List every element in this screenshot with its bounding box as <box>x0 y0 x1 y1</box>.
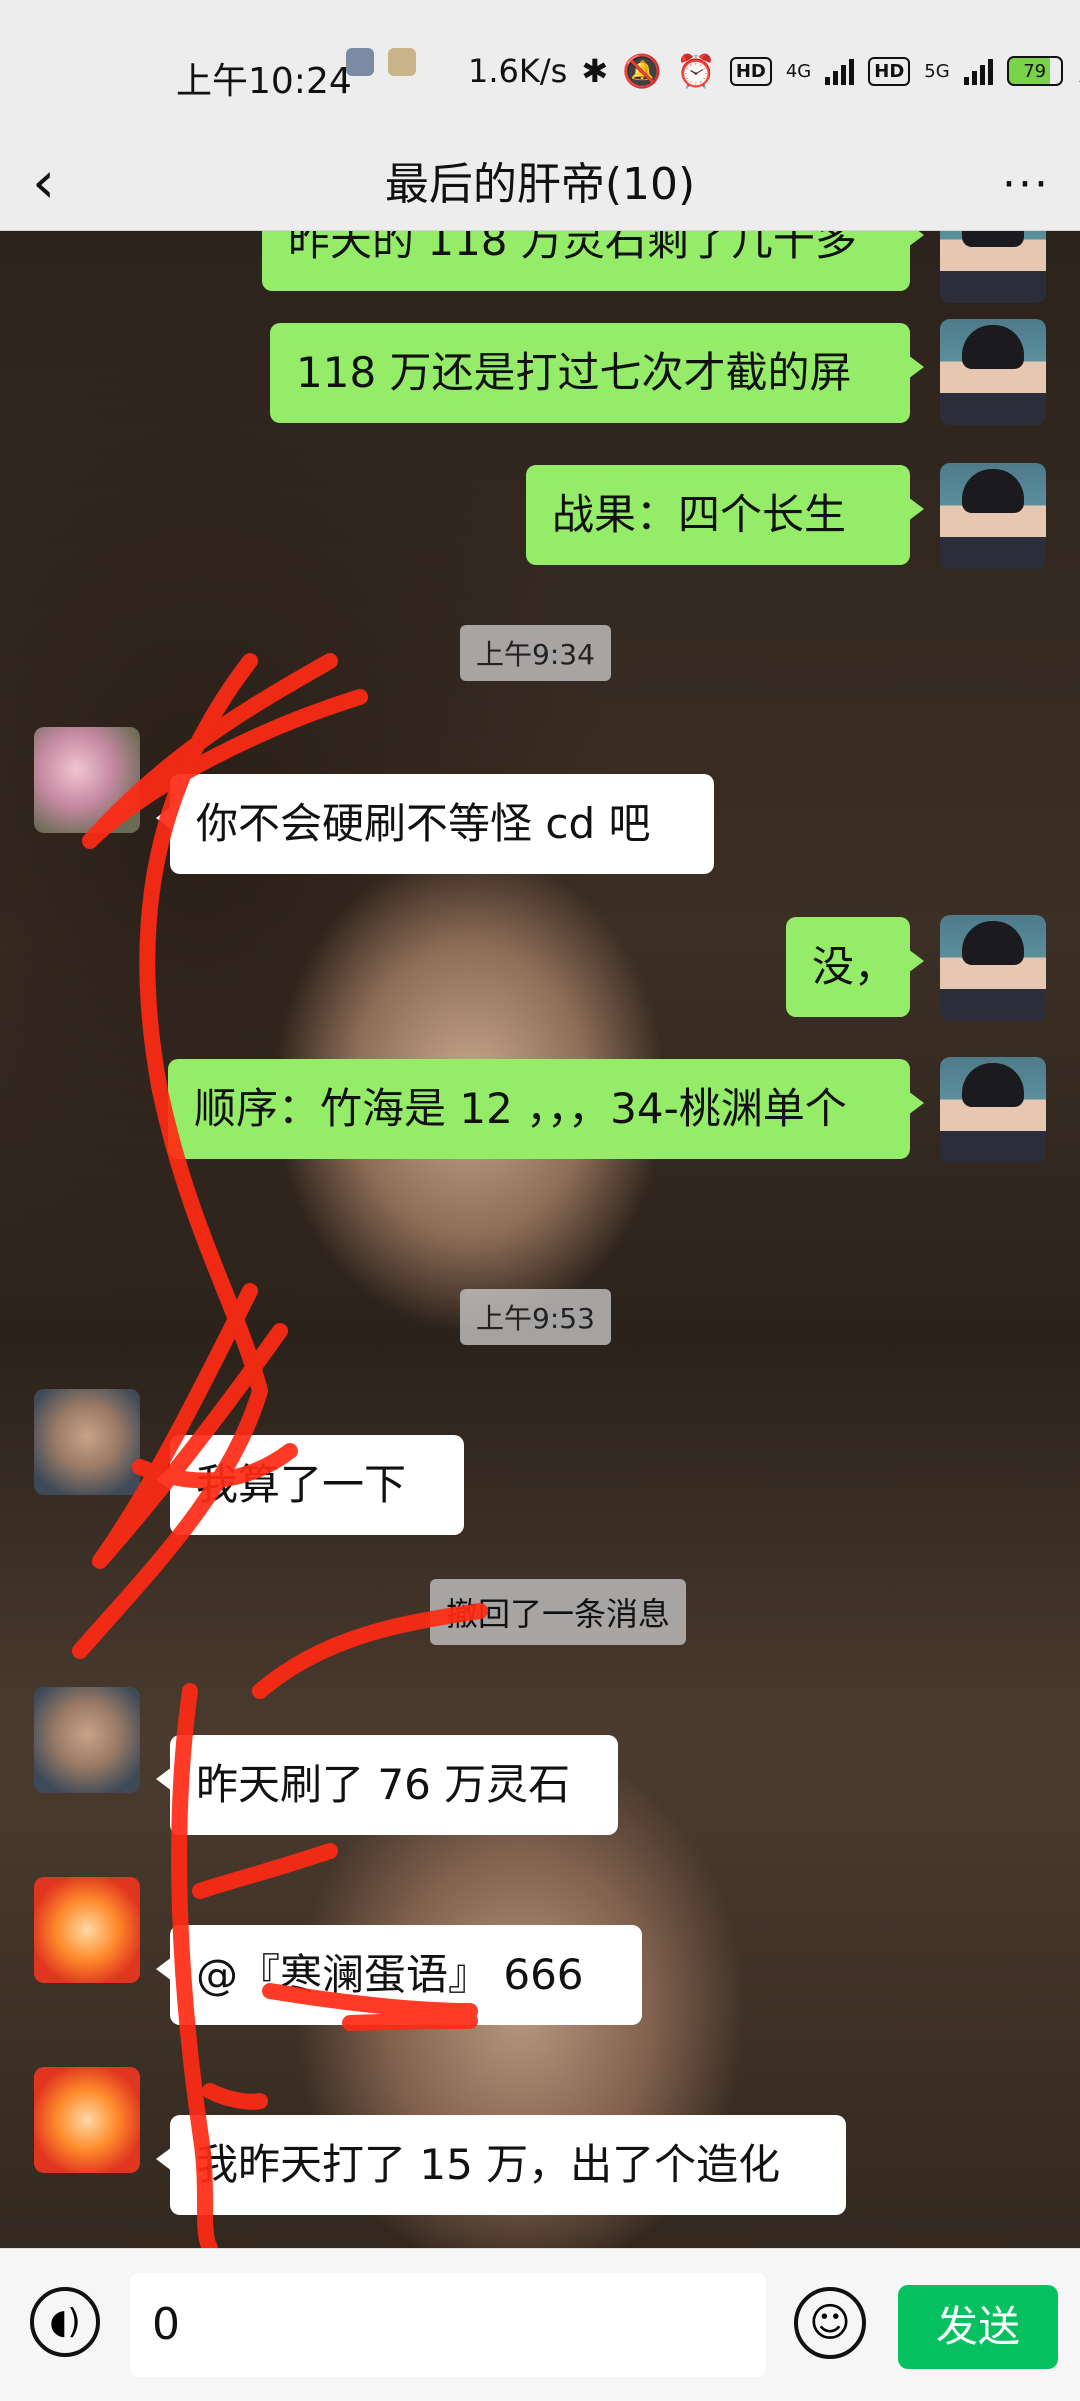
my-avatar[interactable] <box>940 463 1046 569</box>
contact-avatar[interactable] <box>34 1389 140 1495</box>
alarm-icon: ⏰ <box>675 52 716 90</box>
bluetooth-icon: ✱ <box>581 52 609 90</box>
send-button[interactable]: 发送 <box>898 2285 1058 2369</box>
message-bubble-outgoing[interactable]: 118 万还是打过七次才截的屏 <box>270 323 924 423</box>
signal-icon-2 <box>963 57 993 85</box>
hd-icon: HD <box>729 56 772 86</box>
battery-icon: 79 <box>1006 56 1063 86</box>
message-bubble-incoming[interactable]: @『寒澜蛋语』 666 <box>156 1925 642 2025</box>
notification-icon-2 <box>388 48 416 76</box>
contact-avatar[interactable] <box>34 2067 140 2173</box>
recall-notice: 撤回了一条消息 <box>430 1579 687 1645</box>
message-bubble-outgoing[interactable]: 没， <box>786 917 924 1017</box>
notification-icon <box>346 48 374 76</box>
chat-area[interactable]: 昨天的 118 万灵石剩了几十多 118 万还是打过七次才截的屏 战果：四个长生… <box>0 231 1080 2248</box>
mute-icon: 🔕 <box>622 52 662 90</box>
more-button[interactable]: ··· <box>1002 140 1050 230</box>
hd-icon-2: HD <box>868 56 911 86</box>
network-5g-label: 5G <box>924 60 950 82</box>
message-bubble-outgoing[interactable]: 昨天的 118 万灵石剩了几十多 <box>262 231 924 291</box>
voice-button[interactable]: ◖) <box>30 2287 100 2357</box>
status-bar: 上午10:24 1.6K/s ✱ 🔕 ⏰ HD 4G HD 5G 79 ⚡ <box>0 0 1080 140</box>
input-bar: ◖) 0 ☺ 发送 <box>0 2248 1080 2401</box>
my-avatar[interactable] <box>940 1057 1046 1163</box>
my-avatar[interactable] <box>940 319 1046 425</box>
chat-title: 最后的肝帝(10) <box>384 159 696 210</box>
my-avatar[interactable] <box>940 915 1046 1021</box>
message-bubble-incoming[interactable]: 我算了一下 <box>156 1435 464 1535</box>
emoji-button[interactable]: ☺ <box>794 2287 866 2359</box>
contact-avatar[interactable] <box>34 1877 140 1983</box>
voice-icon: ◖) <box>49 2302 81 2342</box>
status-time: 上午10:24 <box>176 61 352 102</box>
chat-header: ‹ 最后的肝帝(10) ··· <box>0 140 1080 231</box>
message-bubble-incoming[interactable]: 昨天刷了 76 万灵石 <box>156 1735 618 1835</box>
network-4g-label: 4G <box>785 60 812 82</box>
more-dots-icon: ··· <box>1002 159 1050 210</box>
message-bubble-incoming[interactable]: 我昨天打了 15 万，出了个造化 <box>156 2115 846 2215</box>
status-indicators: 1.6K/s ✱ 🔕 ⏰ HD 4G HD 5G 79 ⚡ <box>468 52 1080 90</box>
network-speed: 1.6K/s <box>468 52 568 90</box>
emoji-icon: ☺ <box>809 2300 851 2346</box>
message-input[interactable]: 0 <box>130 2273 766 2377</box>
status-app-icons <box>346 48 416 76</box>
message-bubble-outgoing[interactable]: 战果：四个长生 <box>526 465 924 565</box>
message-timestamp: 上午9:34 <box>460 625 611 681</box>
battery-level: 79 <box>1023 60 1047 82</box>
signal-icon <box>825 57 855 85</box>
message-timestamp: 上午9:53 <box>460 1289 611 1345</box>
contact-avatar[interactable] <box>34 727 140 833</box>
message-bubble-outgoing[interactable]: 顺序：竹海是 12 ，，，34-桃渊单个 <box>168 1059 924 1159</box>
message-bubble-incoming[interactable]: 你不会硬刷不等怪 cd 吧 <box>156 774 714 874</box>
contact-avatar[interactable] <box>34 1687 140 1793</box>
my-avatar[interactable] <box>940 231 1046 303</box>
